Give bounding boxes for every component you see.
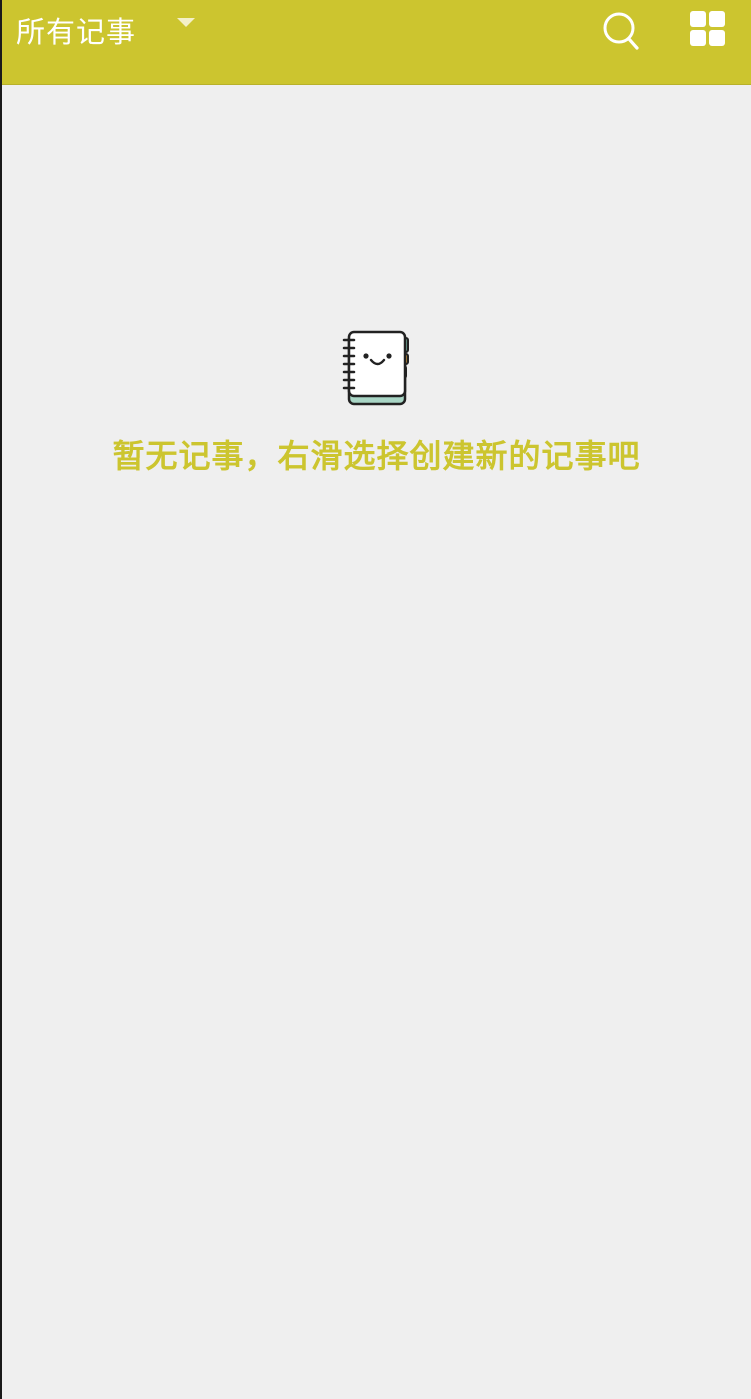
top-app-bar: 所有记事 [2, 0, 751, 85]
grid-view-icon [690, 11, 725, 46]
empty-state-message: 暂无记事，右滑选择创建新的记事吧 [112, 437, 641, 475]
caret-down-icon[interactable] [177, 18, 195, 27]
page-title: 所有记事 [16, 15, 137, 49]
category-selector[interactable]: 所有记事 [16, 10, 136, 54]
search-icon [603, 12, 639, 50]
notebook-smiley-icon [338, 326, 418, 410]
app-root: 所有记事 暂无记事，右滑选择创建新的记事吧 [0, 0, 751, 1399]
search-button[interactable] [600, 8, 644, 52]
grid-view-button[interactable] [686, 8, 730, 52]
